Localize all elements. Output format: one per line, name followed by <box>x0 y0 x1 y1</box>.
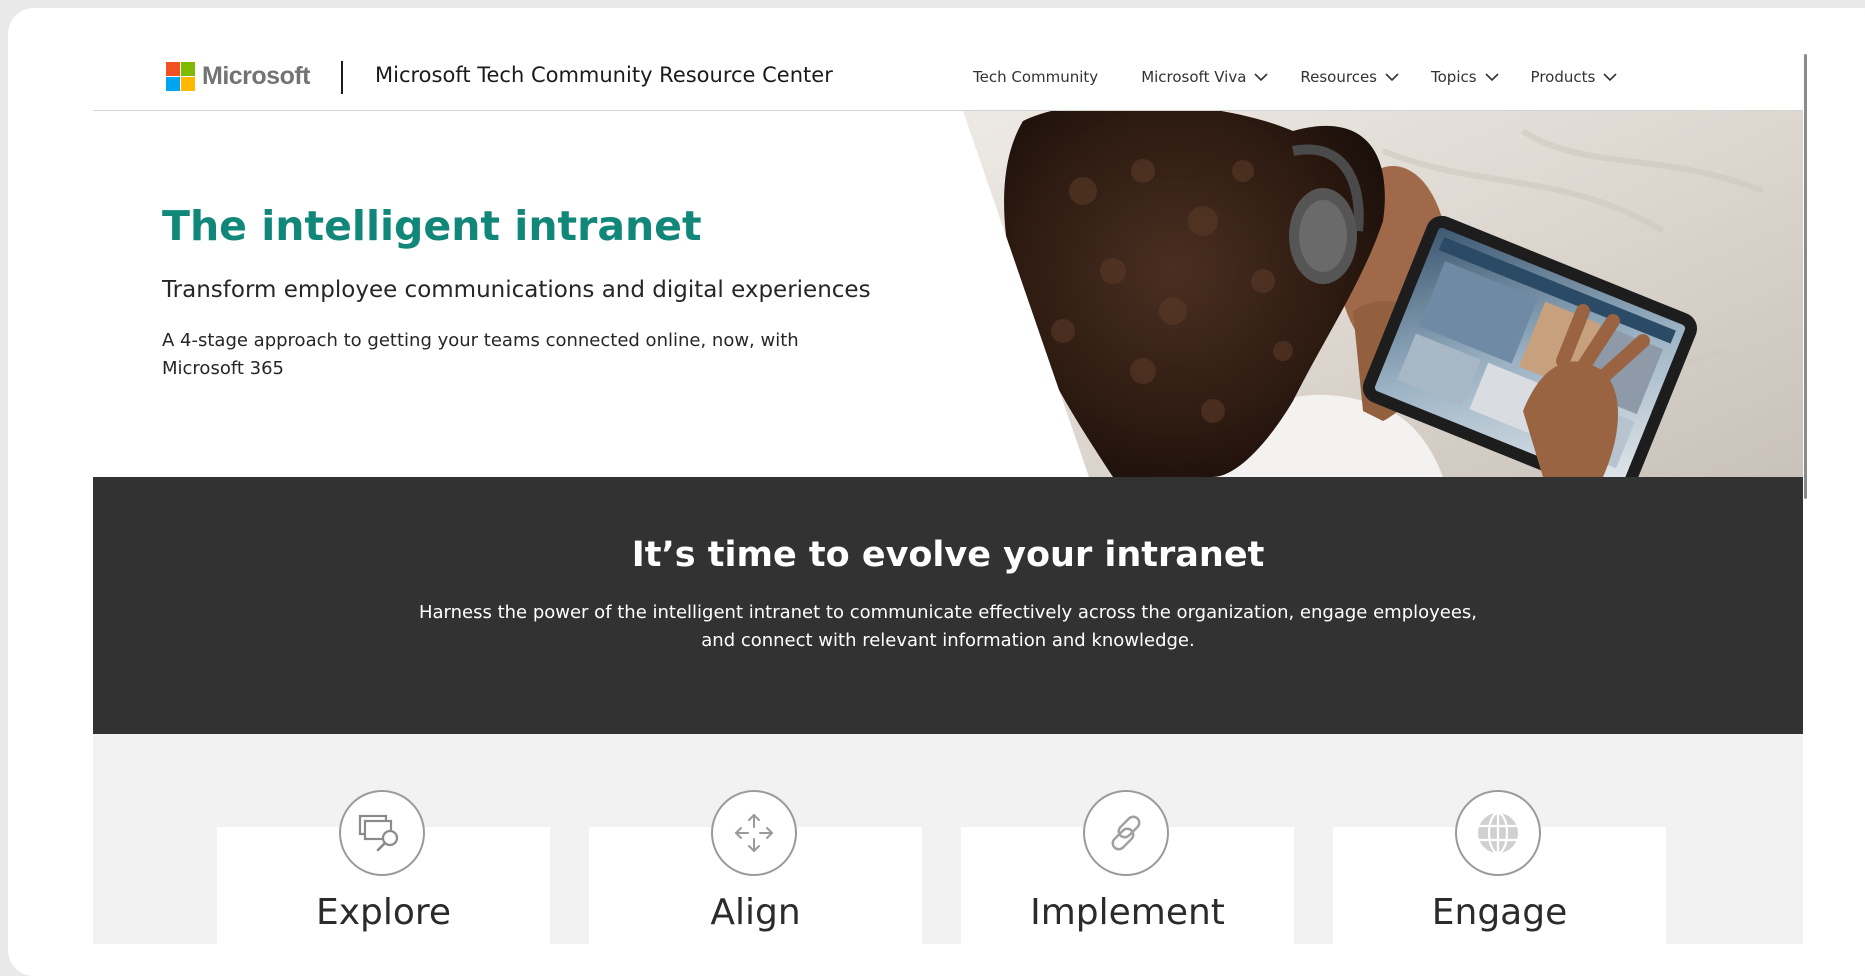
browser-frame: Microsoft Microsoft Tech Community Resou… <box>8 8 1865 976</box>
site-title[interactable]: Microsoft Tech Community Resource Center <box>375 63 833 87</box>
nav-item-topics[interactable]: Topics <box>1431 68 1499 86</box>
chevron-down-icon <box>1484 72 1499 81</box>
stage-card-engage[interactable]: Engage <box>1333 790 1666 944</box>
page-scrollbar[interactable] <box>1804 54 1808 954</box>
stages-section: Explore Align Implement Engage <box>93 734 1803 944</box>
nav-item-label: Products <box>1530 68 1596 86</box>
globe-icon <box>1455 790 1541 876</box>
align-arrows-icon <box>711 790 797 876</box>
chevron-down-icon <box>1603 72 1617 81</box>
scrollbar-thumb[interactable] <box>1804 54 1807 499</box>
chevron-down-icon <box>1254 72 1268 81</box>
band-description: Harness the power of the intelligent int… <box>418 602 1478 651</box>
hero-section: The intelligent intranet Transform emplo… <box>93 111 1803 477</box>
microsoft-logo-icon <box>166 62 195 91</box>
stage-card-align[interactable]: Align <box>589 790 922 944</box>
hero-subtitle: Transform employee communications and di… <box>162 277 871 303</box>
nav-item-label: Microsoft Viva <box>1141 68 1247 86</box>
logo-divider <box>341 61 343 94</box>
hero-description: A 4-stage approach to getting your teams… <box>162 330 799 379</box>
stage-label: Implement <box>1030 892 1225 933</box>
band-title: It’s time to evolve your intranet <box>631 535 1265 575</box>
intro-band: It’s time to evolve your intranet Harnes… <box>93 477 1803 734</box>
person-with-tablet-photo-icon <box>963 111 1803 477</box>
nav-item-tech-community[interactable]: Tech Community <box>973 68 1098 86</box>
main-nav: Tech Community Microsoft Viva Resources … <box>973 68 1617 86</box>
site-header: Microsoft Microsoft Tech Community Resou… <box>93 44 1803 111</box>
chevron-down-icon <box>1385 72 1399 81</box>
hero-title: The intelligent intranet <box>162 202 702 250</box>
link-icon <box>1083 790 1169 876</box>
stage-card-explore[interactable]: Explore <box>217 790 550 944</box>
nav-item-microsoft-viva[interactable]: Microsoft Viva <box>1141 68 1268 86</box>
nav-item-resources[interactable]: Resources <box>1300 68 1399 86</box>
stage-label: Engage <box>1431 892 1568 933</box>
stage-card-implement[interactable]: Implement <box>961 790 1294 944</box>
nav-item-label: Topics <box>1431 68 1477 86</box>
explore-search-icon <box>339 790 425 876</box>
page: Microsoft Microsoft Tech Community Resou… <box>93 44 1803 944</box>
stage-label: Explore <box>315 892 452 933</box>
stage-label: Align <box>710 892 801 933</box>
nav-item-products[interactable]: Products <box>1531 68 1618 86</box>
microsoft-logo[interactable]: Microsoft <box>166 62 311 91</box>
hero-image <box>963 111 1803 477</box>
nav-item-label: Tech Community <box>973 68 1099 86</box>
nav-item-label: Resources <box>1300 68 1377 86</box>
microsoft-wordmark: Microsoft <box>202 62 311 90</box>
